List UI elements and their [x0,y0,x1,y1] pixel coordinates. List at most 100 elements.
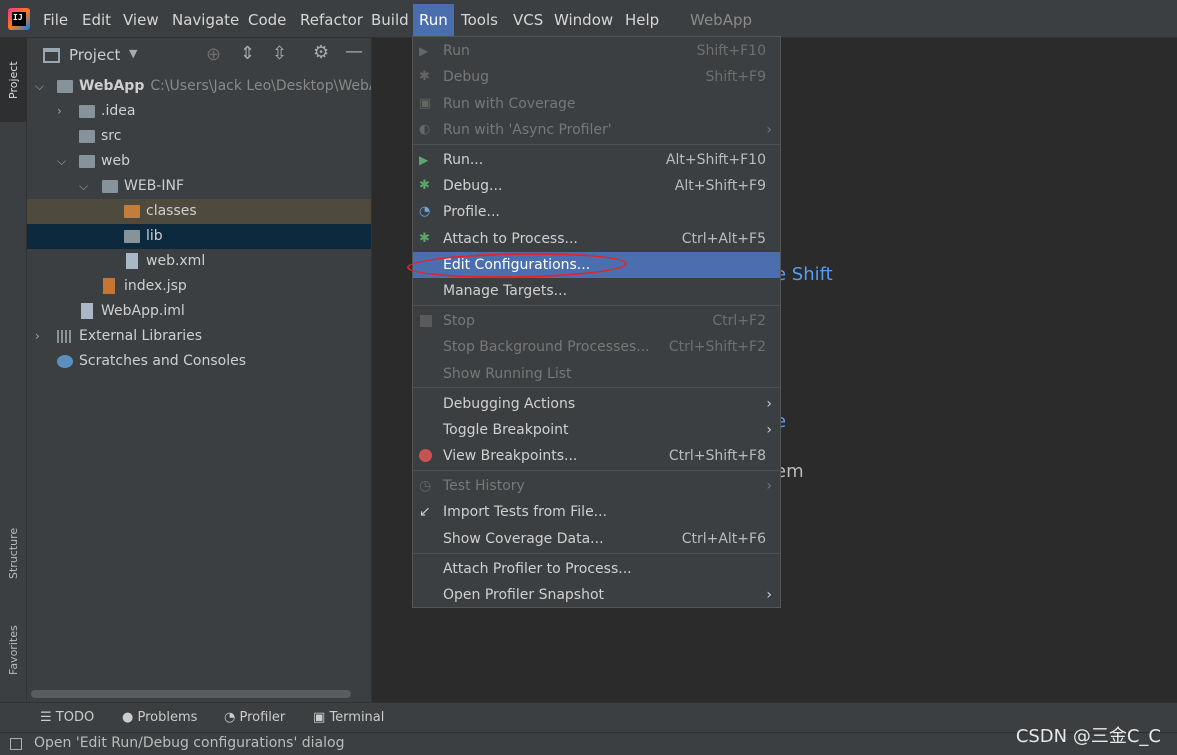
profiler-tab[interactable]: ◔ Profiler [224,710,285,725]
tree-path: C:\Users\Jack Leo\Desktop\WebAp [150,78,372,94]
menu-item-label: Open Profiler Snapshot [443,587,605,603]
tree-label: .idea [101,103,136,119]
folder-icon [102,180,118,193]
bug-icon: ✱ [419,69,430,84]
menu-item-label: Run with Coverage [443,96,576,112]
menu-item-manage-targets[interactable]: Manage Targets... [413,278,780,304]
xml-file-icon [126,253,138,269]
web-folder-icon [79,155,95,168]
chevron-down-icon[interactable]: ⌵ [79,174,88,199]
menu-item-label: Show Running List [443,366,572,382]
tree-item-lib[interactable]: lib [27,224,371,249]
menu-item-label: Debugging Actions [443,396,576,412]
expand-all-icon[interactable]: ⇕ [240,43,255,64]
menu-item-debugging-actions[interactable]: Debugging Actions › [413,391,780,417]
problems-tab[interactable]: ● Problems [122,710,197,725]
tree-item-web-inf[interactable]: ⌵ WEB-INF [27,174,371,199]
menu-item-label: View Breakpoints... [443,448,578,464]
library-icon [57,330,73,343]
project-tool-tab[interactable]: Project [0,38,27,122]
menu-code[interactable]: Code [242,8,292,32]
menu-item-stop[interactable]: Stop Ctrl+F2 [413,308,780,334]
menu-item-run-dialog[interactable]: ▶ Run... Alt+Shift+F10 [413,147,780,173]
menu-item-import-tests[interactable]: ↙ Import Tests from File... [413,499,780,525]
menu-item-test-history[interactable]: ◷ Test History › [413,473,780,499]
tree-item-web[interactable]: ⌵ web [27,149,371,174]
tree-item-web-xml[interactable]: web.xml [27,249,371,274]
chevron-right-icon[interactable]: › [57,99,62,124]
menu-item-label: Run with 'Async Profiler' [443,122,612,138]
chevron-down-icon[interactable]: ▼ [129,47,137,60]
menu-view[interactable]: View [117,8,165,32]
horizontal-scrollbar[interactable] [31,690,351,698]
menu-build[interactable]: Build [365,8,415,32]
menu-file[interactable]: File [37,8,74,32]
collapse-all-icon[interactable]: ⇳ [272,43,287,64]
editor-hint-1[interactable]: e Shift [775,264,833,285]
structure-tool-tab[interactable]: Structure [0,508,27,598]
tree-item-index-jsp[interactable]: index.jsp [27,274,371,299]
menu-edit[interactable]: Edit [76,8,117,32]
submenu-arrow-icon: › [766,122,772,138]
info-icon: ● [122,710,134,725]
menu-separator [413,553,780,554]
gear-icon[interactable]: ⚙ [313,42,329,63]
menu-item-toggle-breakpoint[interactable]: Toggle Breakpoint › [413,417,780,443]
bottom-tool-bar: ☰ TODO ● Problems ◔ Profiler ▣ Terminal [0,702,1177,732]
menu-item-open-profiler-snapshot[interactable]: Open Profiler Snapshot › [413,582,780,608]
menu-window[interactable]: Window [548,8,619,32]
menu-item-show-running-list[interactable]: Show Running List [413,361,780,387]
submenu-arrow-icon: › [766,478,772,494]
tree-item-webapp[interactable]: ⌵ WebApp C:\Users\Jack Leo\Desktop\WebAp [27,74,372,99]
menu-vcs[interactable]: VCS [507,8,549,32]
menu-item-shortcut: Ctrl+Shift+F8 [668,448,766,464]
intellij-logo-icon: IJ [8,8,30,30]
coverage-icon: ▣ [419,96,432,111]
chevron-down-icon[interactable]: ⌵ [35,74,44,99]
menu-item-attach-profiler[interactable]: Attach Profiler to Process... [413,556,780,582]
project-panel-title[interactable]: Project [69,46,120,64]
menu-item-label: Test History [443,478,525,494]
tree-label: src [101,128,122,144]
todo-label: TODO [55,710,95,725]
menu-item-shortcut: Shift+F9 [705,69,766,85]
menu-navigate[interactable]: Navigate [166,8,245,32]
toggle-tool-windows-icon[interactable] [10,738,22,750]
tree-label: lib [146,228,163,244]
tree-item-external-libraries[interactable]: › External Libraries [27,324,371,349]
menu-item-run[interactable]: ▶ Run Shift+F10 [413,38,780,64]
menu-item-stop-background[interactable]: Stop Background Processes... Ctrl+Shift+… [413,334,780,360]
menu-tools[interactable]: Tools [455,8,504,32]
favorites-tool-tab[interactable]: Favorites [0,608,27,692]
menu-run[interactable]: Run [413,4,454,36]
tree-item-src[interactable]: src [27,124,371,149]
menu-item-label: Import Tests from File... [443,504,608,520]
menu-separator [413,305,780,306]
chevron-down-icon[interactable]: ⌵ [57,149,66,174]
menu-help[interactable]: Help [619,8,665,32]
jsp-file-icon [103,278,115,294]
menu-item-shortcut: Ctrl+Shift+F2 [668,339,766,355]
submenu-arrow-icon: › [766,396,772,412]
menu-item-attach-to-process[interactable]: ✱ Attach to Process... Ctrl+Alt+F5 [413,226,780,252]
tree-label: index.jsp [124,278,187,294]
menu-item-debug[interactable]: ✱ Debug Shift+F9 [413,64,780,90]
tree-item-classes[interactable]: classes [27,199,371,224]
menu-item-debug-dialog[interactable]: ✱ Debug... Alt+Shift+F9 [413,173,780,199]
menu-item-run-with-coverage[interactable]: ▣ Run with Coverage [413,91,780,117]
terminal-tab[interactable]: ▣ Terminal [313,710,384,725]
tree-item-webapp-iml[interactable]: WebApp.iml [27,299,371,324]
menu-refactor[interactable]: Refactor [294,8,369,32]
menu-item-label: Attach Profiler to Process... [443,561,632,577]
todo-tab[interactable]: ☰ TODO [40,710,94,725]
tree-item-idea[interactable]: › .idea [27,99,371,124]
menu-item-run-async-profiler[interactable]: ◐ Run with 'Async Profiler' › [413,117,780,143]
menu-item-profile[interactable]: ◔ Profile... [413,199,780,225]
menu-item-shortcut: Ctrl+F2 [712,313,766,329]
menu-item-show-coverage-data[interactable]: Show Coverage Data... Ctrl+Alt+F6 [413,526,780,552]
menu-item-view-breakpoints[interactable]: View Breakpoints... Ctrl+Shift+F8 [413,443,780,469]
minimize-icon[interactable]: — [345,41,363,62]
locate-icon[interactable]: ⊕ [206,44,221,65]
tree-item-scratches[interactable]: Scratches and Consoles [27,349,371,374]
chevron-right-icon[interactable]: › [35,324,40,349]
